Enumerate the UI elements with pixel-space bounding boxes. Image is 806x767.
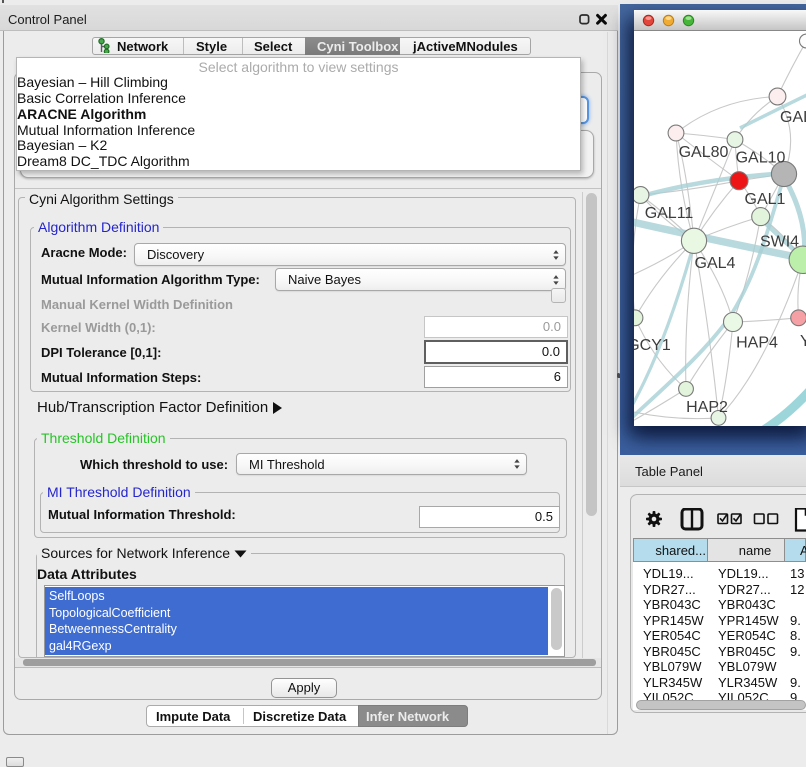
svg-text:GAL4: GAL4 <box>695 255 736 272</box>
svg-text:HAP4: HAP4 <box>736 335 778 352</box>
svg-text:YE: YE <box>800 333 806 350</box>
svg-text:GAL10: GAL10 <box>736 150 786 167</box>
svg-text:GAL1: GAL1 <box>745 191 786 208</box>
svg-text:GCY1: GCY1 <box>634 337 671 354</box>
svg-text:GAL11: GAL11 <box>645 205 694 222</box>
svg-text:HAP2: HAP2 <box>686 399 728 416</box>
svg-text:SWI4: SWI4 <box>760 234 799 251</box>
svg-text:GAL7: GAL7 <box>780 109 806 126</box>
svg-text:GAL80: GAL80 <box>679 144 729 161</box>
